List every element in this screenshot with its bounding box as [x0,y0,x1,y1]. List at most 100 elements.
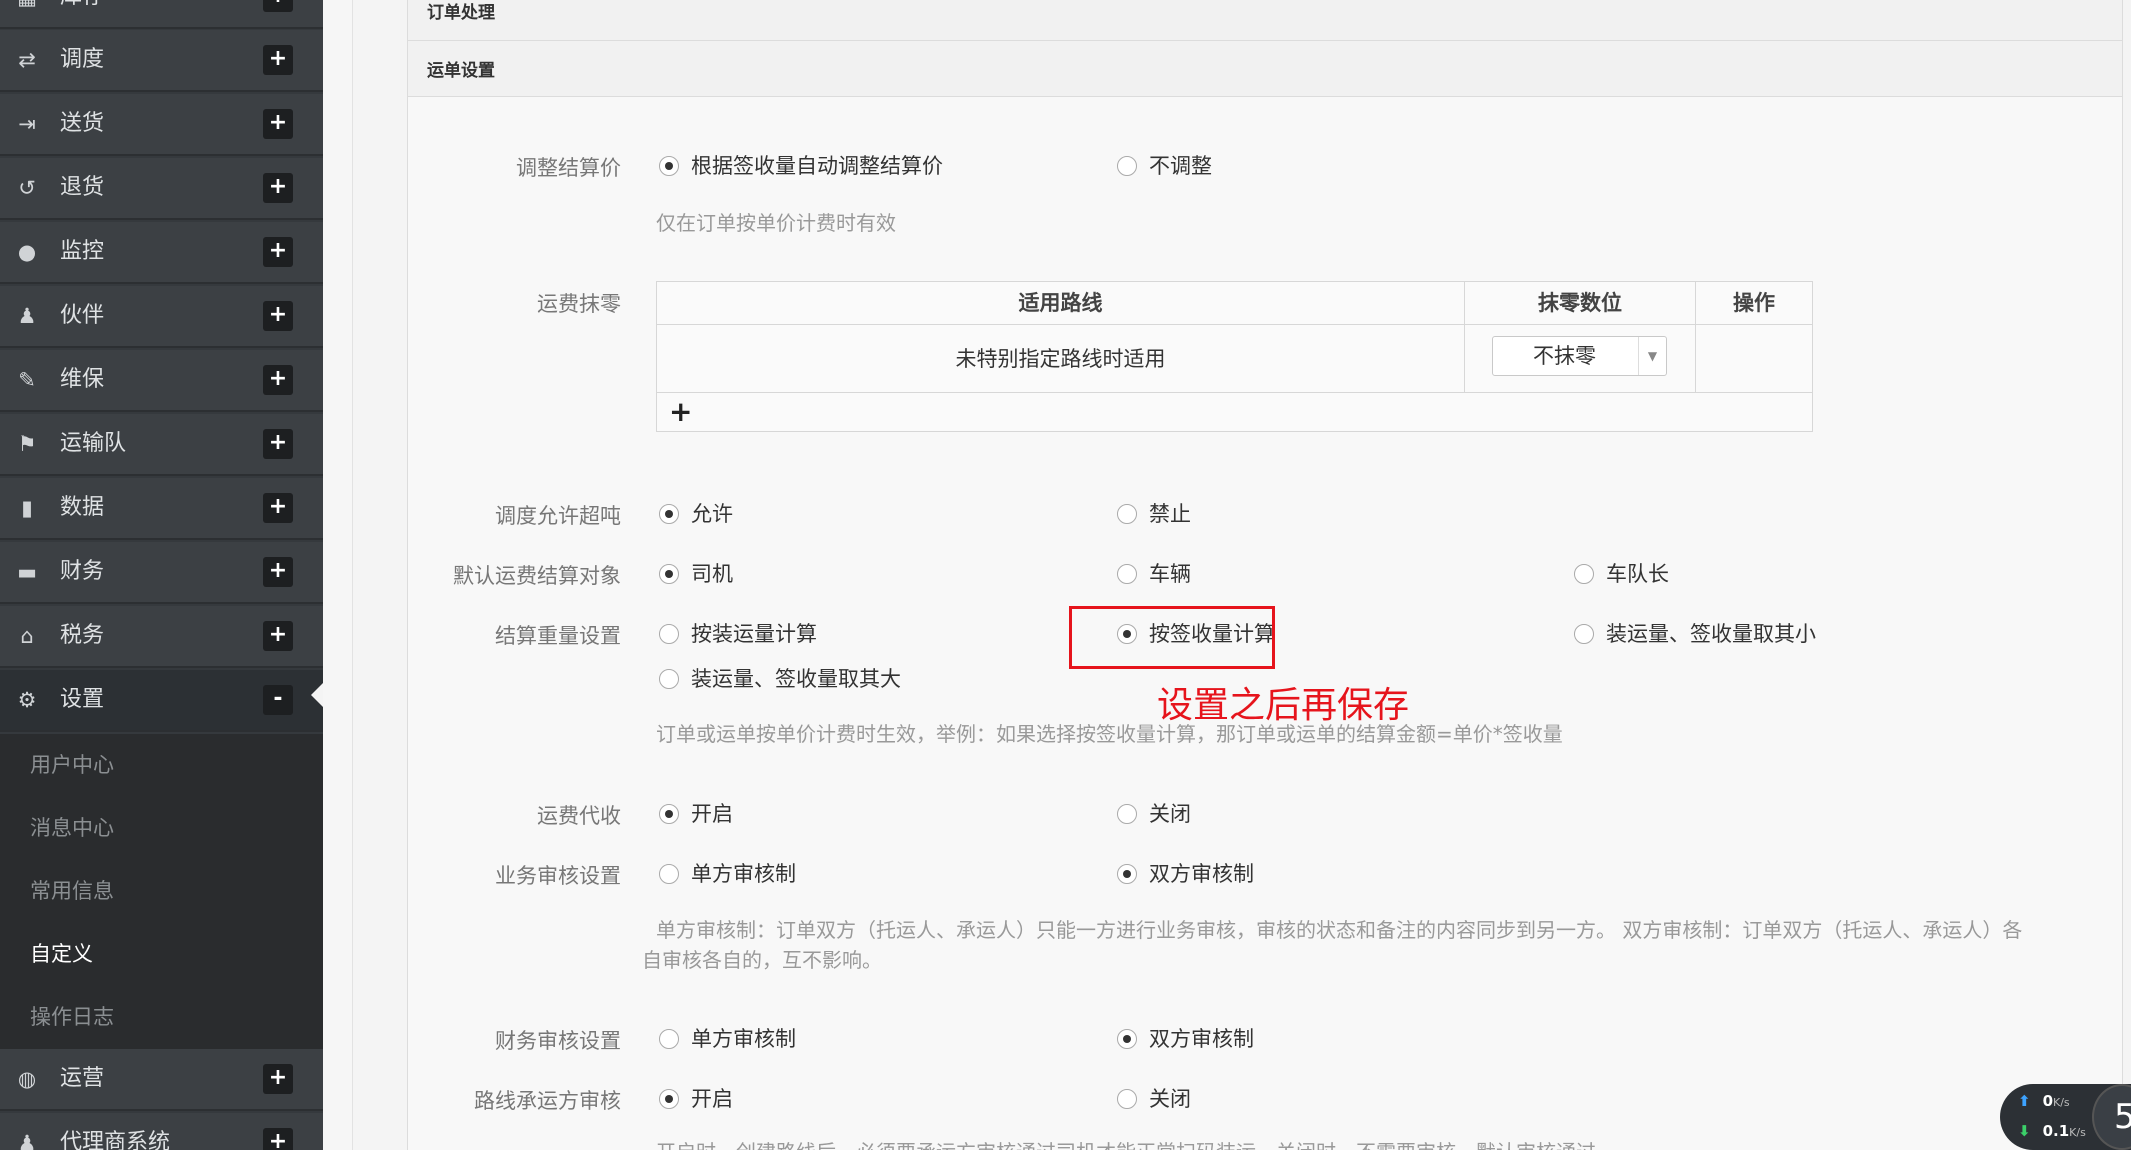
shuffle-icon: ⇄ [18,48,36,72]
table-cell-route: 未特别指定路线时适用 [657,324,1465,392]
settle-weight-load-radio[interactable]: 按装运量计算 [659,618,817,648]
rounding-label: 运费抹零 [537,292,621,316]
table-icon: ▦ [14,0,40,10]
adjust-price-label: 调整结算价 [516,156,621,180]
sub-item-common-info[interactable]: 常用信息 [0,860,323,923]
nav-item-operations[interactable]: ◍ 运营 + [0,1049,323,1111]
business-audit-dual-radio[interactable]: 双方审核制 [1117,858,1254,888]
undo-icon: ↺ [18,176,36,200]
nav-label: 设置 [60,687,105,712]
table-cell-action [1696,324,1812,392]
network-speed-widget[interactable]: ⬆ 0K/s ⬇ 0.1K/s 5 [2000,1084,2131,1150]
nav-item-tax[interactable]: ⌂ 税务 + [0,606,323,668]
adjust-price-auto-radio[interactable]: 根据签收量自动调整结算价 [659,150,943,180]
freight-collect-on-radio[interactable]: 开启 [659,798,733,828]
nav-item-agent-system[interactable]: ♟ 代理商系统 + [0,1113,323,1150]
settle-weight-max-radio[interactable]: 装运量、签收量取其大 [659,663,901,693]
nav-label: 税务 [60,623,105,648]
expand-toggle[interactable]: + [263,109,293,139]
expand-toggle[interactable]: + [263,1064,293,1094]
divider [408,40,2122,41]
rounding-table: 适用路线 抹零数位 操作 未特别指定路线时适用 不抹零 ▼ + [656,281,1813,432]
rounding-select[interactable]: 不抹零 ▼ [1492,336,1667,376]
nav-item-maintenance[interactable]: ✎ 维保 + [0,350,323,412]
nav-label: 送货 [60,111,105,136]
sign-out-icon: ⇥ [18,112,36,136]
wrench-icon: ✎ [18,368,36,392]
users-icon: ♟ [17,1131,37,1150]
over-tonnage-allow-radio[interactable]: 允许 [659,498,733,528]
business-audit-hint: 单方审核制：订单双方（托运人、承运人）只能一方进行业务审核，审核的状态和备注的内… [656,918,2023,942]
nav-item-dispatch[interactable]: ⇄ 调度 + [0,30,323,92]
settle-target-driver-radio[interactable]: 司机 [659,558,733,588]
expand-toggle[interactable]: + [263,0,293,12]
nav-label: 伙伴 [60,303,105,328]
sub-label: 用户中心 [30,753,114,777]
radio-unchecked-icon [1574,624,1594,644]
expand-toggle[interactable]: + [263,429,293,459]
radio-unchecked-icon [659,624,679,644]
sub-label: 自定义 [30,942,93,966]
radio-unchecked-icon [1117,156,1137,176]
expand-toggle[interactable]: + [263,301,293,331]
radio-unchecked-icon [659,669,679,689]
finance-audit-dual-radio[interactable]: 双方审核制 [1117,1023,1254,1053]
over-tonnage-forbid-radio[interactable]: 禁止 [1117,498,1191,528]
route-audit-on-radio[interactable]: 开启 [659,1083,733,1113]
sub-item-message-center[interactable]: 消息中心 [0,797,323,860]
settle-target-vehicle-radio[interactable]: 车辆 [1117,558,1191,588]
annotation-highlight-box [1069,606,1275,669]
nav-item-data[interactable]: ▮ 数据 + [0,478,323,540]
settle-weight-min-radio[interactable]: 装运量、签收量取其小 [1574,618,1816,648]
finance-audit-single-radio[interactable]: 单方审核制 [659,1023,796,1053]
column-header-action: 操作 [1733,291,1775,315]
radio-checked-icon [659,1089,679,1109]
nav-label: 库存 [60,0,104,13]
business-audit-hint-cont: 自审核各自的，互不影响。 [642,948,882,972]
column-header-route: 适用路线 [657,282,1465,324]
expand-toggle[interactable]: + [263,365,293,395]
business-audit-single-radio[interactable]: 单方审核制 [659,858,796,888]
collapse-toggle[interactable]: - [263,685,293,715]
business-audit-label: 业务审核设置 [495,864,621,888]
nav-item-monitor[interactable]: ● 监控 + [0,222,323,284]
route-audit-off-radio[interactable]: 关闭 [1117,1083,1191,1113]
nav-item-delivery[interactable]: ⇥ 送货 + [0,94,323,156]
expand-toggle[interactable]: + [263,621,293,651]
settle-target-captain-radio[interactable]: 车队长 [1574,558,1669,588]
expand-toggle[interactable]: + [263,1128,293,1150]
expand-toggle[interactable]: + [263,45,293,75]
briefcase-icon: ▬ [17,560,37,584]
nav-item-fleet[interactable]: ⚑ 运输队 + [0,414,323,476]
adjust-price-none-radio[interactable]: 不调整 [1117,150,1212,180]
add-row-button[interactable]: + [669,395,692,429]
over-tonnage-label: 调度允许超吨 [495,504,621,528]
nav-item-settings[interactable]: ⚙ 设置 - [0,670,324,732]
sub-item-custom[interactable]: 自定义 [0,923,323,986]
freight-collect-off-radio[interactable]: 关闭 [1117,798,1191,828]
radio-unchecked-icon [659,864,679,884]
sub-label: 消息中心 [30,816,114,840]
settle-weight-hint: 订单或运单按单价计费时生效，举例：如果选择按签收量计算，那订单或运单的结算金额=… [656,722,1563,746]
radio-unchecked-icon [1117,504,1137,524]
nav-item-finance[interactable]: ▬ 财务 + [0,542,323,604]
expand-toggle[interactable]: + [263,237,293,267]
nav-item-return[interactable]: ↺ 退货 + [0,158,323,220]
nav-label: 监控 [60,239,105,264]
nav-label: 数据 [60,495,105,520]
expand-toggle[interactable]: + [263,493,293,523]
sub-item-operation-log[interactable]: 操作日志 [0,986,323,1049]
radio-checked-icon [659,564,679,584]
expand-toggle[interactable]: + [263,557,293,587]
sub-item-user-center[interactable]: 用户中心 [0,734,323,797]
route-audit-label: 路线承运方审核 [474,1089,621,1113]
expand-toggle[interactable]: + [263,173,293,203]
nav-item-partner[interactable]: ♟ 伙伴 + [0,286,323,348]
nav-item-inventory[interactable]: ▦ 库存 + [0,0,323,29]
nav-label: 代理商系统 [60,1130,171,1150]
radio-checked-icon [1117,1029,1137,1049]
arrow-down-icon: ⬇ [2018,1122,2031,1140]
radio-unchecked-icon [1117,804,1137,824]
nav-label: 调度 [60,47,105,72]
annotation-note: 设置之后再保存 [1157,685,1410,726]
